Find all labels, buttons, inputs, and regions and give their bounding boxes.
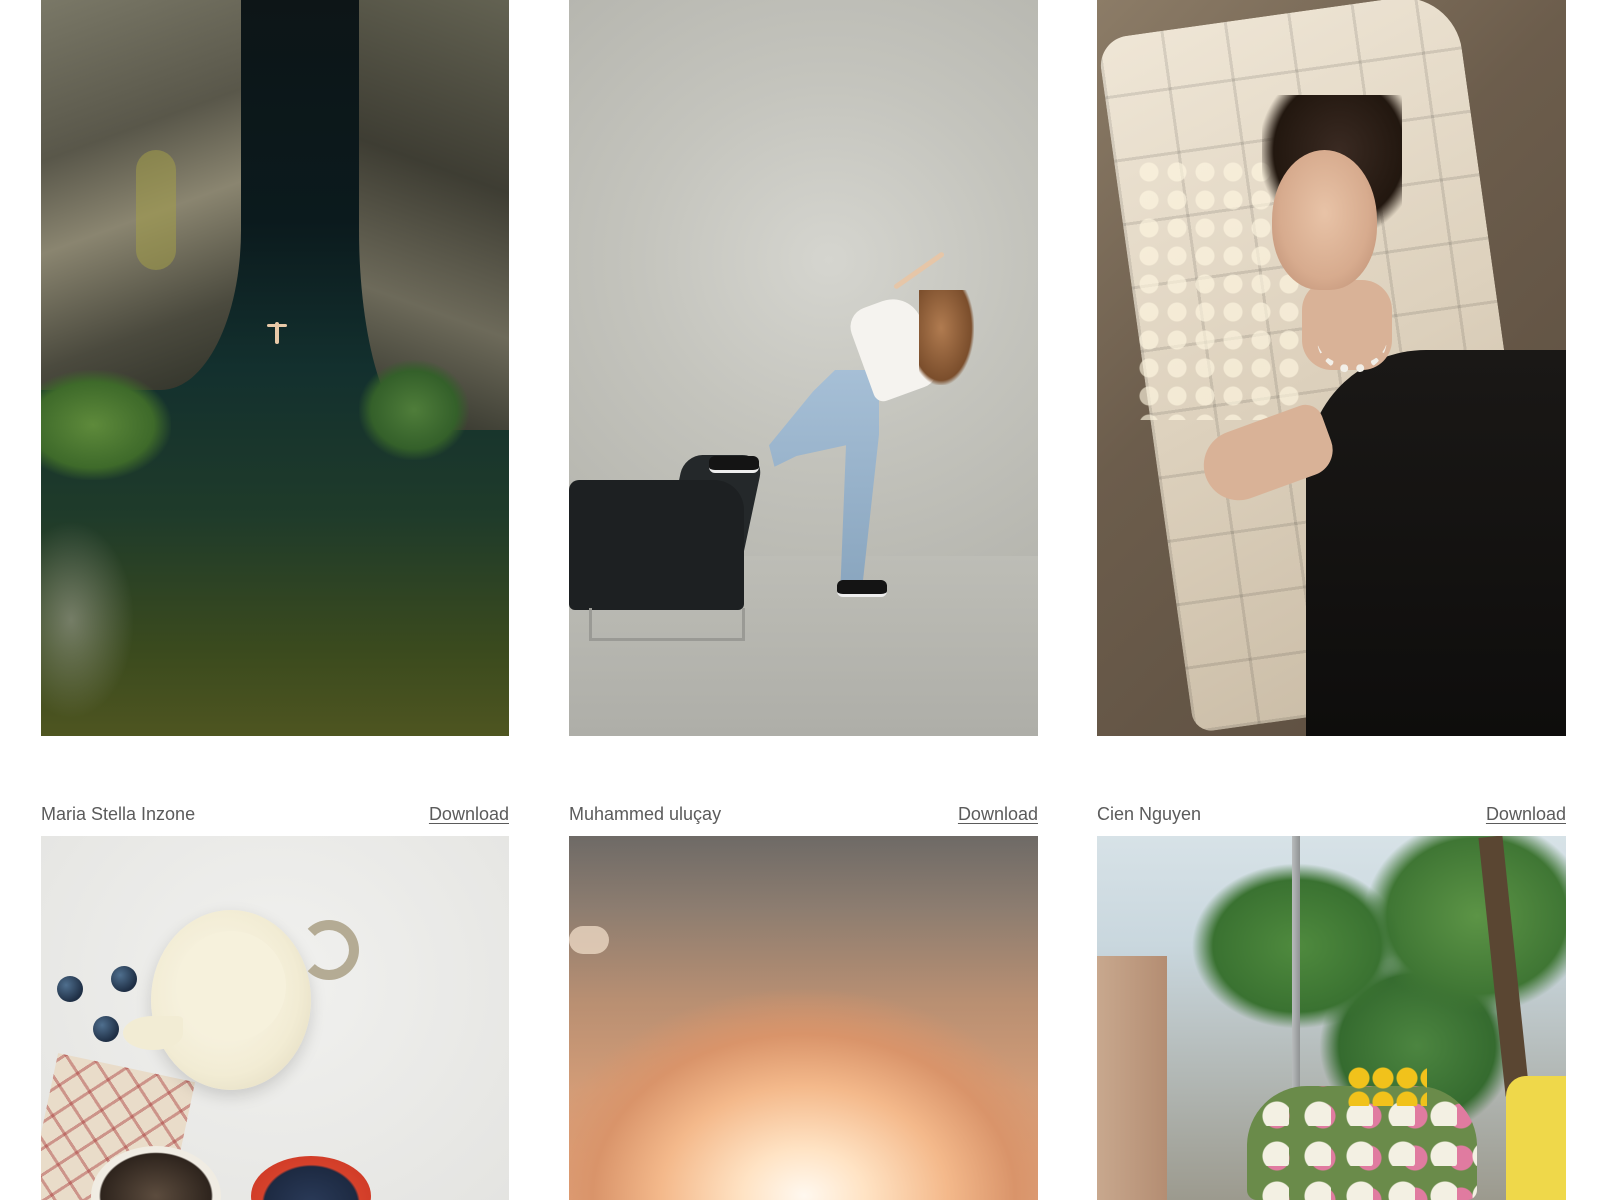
photo-milk-blueberries[interactable] — [41, 836, 509, 1200]
dancer-jeans — [769, 370, 879, 585]
photo-street-flowers[interactable] — [1097, 836, 1566, 1200]
armchair — [569, 480, 744, 610]
photo-meta: Cien Nguyen Download — [1097, 802, 1566, 826]
blueberry-bowl — [251, 1156, 371, 1200]
jug-spout — [123, 1016, 183, 1050]
photo-sunset[interactable] — [569, 836, 1038, 1200]
black-dress — [1306, 350, 1566, 736]
download-link[interactable]: Download — [1486, 804, 1566, 825]
blueberry — [111, 966, 137, 992]
swimmer — [267, 322, 287, 344]
photo-meta: Muhammed uluçay Download — [569, 802, 1038, 826]
dancer-hair — [919, 290, 974, 385]
photo-dancer-chair[interactable] — [569, 0, 1038, 736]
sneaker — [837, 580, 887, 597]
milk — [176, 931, 286, 1041]
trees — [359, 360, 469, 460]
author-name[interactable]: Cien Nguyen — [1097, 804, 1201, 825]
street-pole — [1292, 836, 1300, 1126]
photo-river-canyon[interactable] — [41, 0, 509, 736]
author-name[interactable]: Muhammed uluçay — [569, 804, 721, 825]
yellow-bus — [1506, 1076, 1566, 1200]
photo-woman-sofa[interactable] — [1097, 0, 1566, 736]
cliff-left — [41, 0, 241, 390]
sunflowers — [1347, 1066, 1427, 1106]
pearl-necklace — [1317, 305, 1387, 373]
trees — [41, 370, 171, 480]
sneaker — [709, 456, 759, 473]
blueberry — [93, 1016, 119, 1042]
face — [1272, 150, 1377, 290]
download-link[interactable]: Download — [958, 804, 1038, 825]
photo-gallery: Maria Stella Inzone Download Muhammed ul… — [0, 0, 1600, 1200]
blueberry — [57, 976, 83, 1002]
author-name[interactable]: Maria Stella Inzone — [41, 804, 195, 825]
photo-meta: Maria Stella Inzone Download — [41, 802, 509, 826]
jug-handle — [299, 920, 359, 980]
cloud — [569, 926, 609, 954]
download-link[interactable]: Download — [429, 804, 509, 825]
chair-legs — [589, 608, 745, 641]
dancer-arm — [892, 251, 946, 290]
